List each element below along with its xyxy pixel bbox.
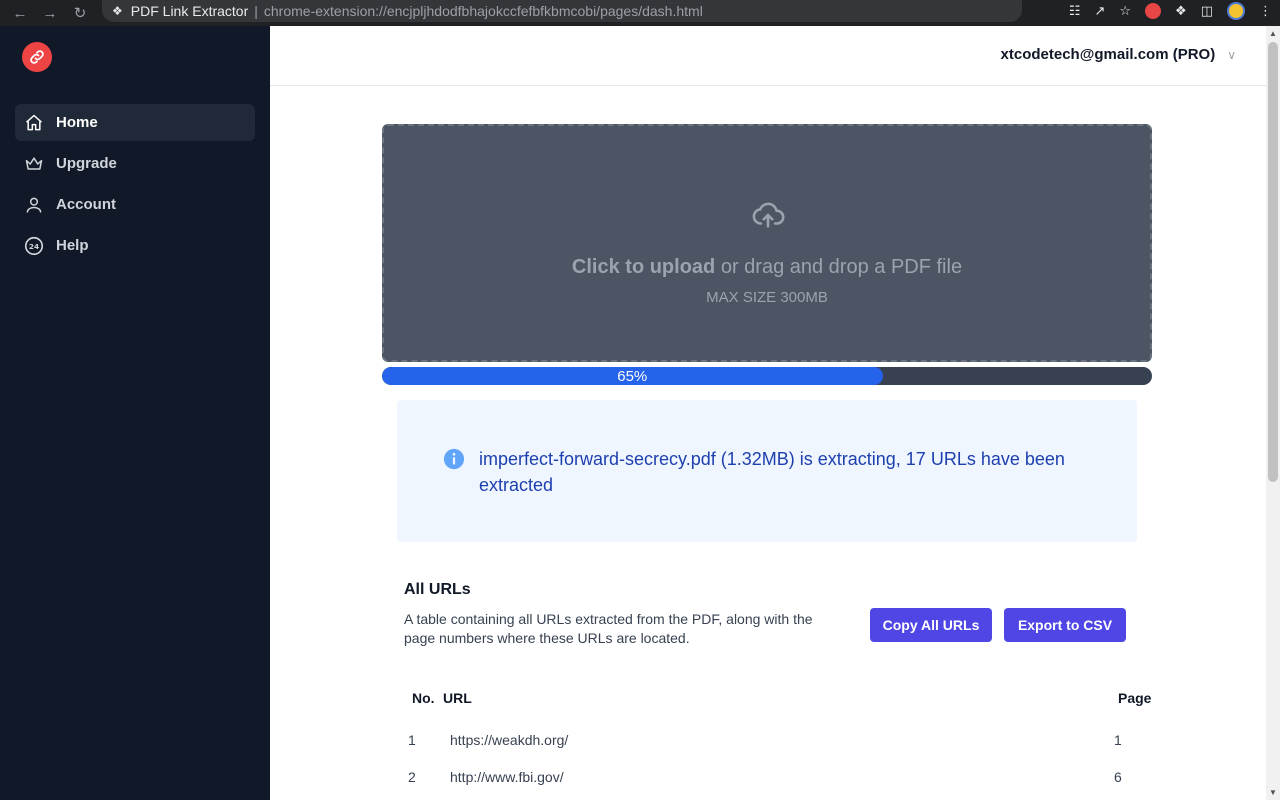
info-icon (443, 448, 465, 475)
pdf-upload-dropzone[interactable]: Click to upload or drag and drop a PDF f… (382, 124, 1152, 362)
progress-fill: 65% (382, 367, 883, 385)
scroll-down-icon[interactable]: ▼ (1269, 788, 1277, 797)
table-row: 1 https://weakdh.org/ 1 (404, 732, 1154, 752)
export-csv-button[interactable]: Export to CSV (1004, 608, 1126, 642)
status-message: imperfect-forward-secrecy.pdf (1.32MB) i… (479, 449, 1065, 495)
column-header-url: URL (443, 690, 472, 706)
row-number: 1 (408, 732, 416, 748)
table-row: 2 http://www.fbi.gov/ 6 (404, 769, 1154, 789)
row-page: 1 (1114, 732, 1122, 748)
row-url[interactable]: http://www.fbi.gov/ (450, 769, 564, 785)
copy-all-urls-button[interactable]: Copy All URLs (870, 608, 992, 642)
extraction-progress-bar: 65% (382, 367, 1152, 385)
user-icon (23, 194, 45, 216)
row-page: 6 (1114, 769, 1122, 785)
forward-icon[interactable]: → (42, 5, 58, 22)
user-email: xtcodetech@gmail.com (PRO) (1000, 46, 1216, 63)
reload-icon[interactable]: ↻ (72, 4, 88, 22)
chrome-menu-icon[interactable]: ⋮ (1259, 3, 1272, 19)
progress-label: 65% (617, 367, 648, 385)
extensions-puzzle-icon[interactable]: ❖ (1175, 3, 1187, 19)
crown-icon (23, 153, 45, 175)
max-size-text: MAX SIZE 300MB (706, 289, 828, 306)
home-icon (23, 112, 45, 134)
scrollbar-thumb[interactable] (1268, 42, 1278, 482)
page-scrollbar[interactable]: ▲ ▼ (1266, 26, 1280, 800)
sidebar-item-label: Help (56, 237, 89, 254)
click-to-upload-text[interactable]: Click to upload (572, 256, 715, 278)
browser-nav: ← → ↻ (0, 4, 88, 23)
column-header-page: Page (1118, 690, 1152, 706)
sidebar-item-label: Upgrade (56, 155, 117, 172)
row-url[interactable]: https://weakdh.org/ (450, 732, 568, 748)
extraction-status-alert: imperfect-forward-secrecy.pdf (1.32MB) i… (397, 400, 1137, 542)
back-icon[interactable]: ← (12, 5, 28, 22)
address-extension-name: PDF Link Extractor (130, 3, 249, 19)
sidebar-item-label: Home (56, 114, 98, 131)
sidebar-item-label: Account (56, 196, 116, 213)
pdf-link-extension-icon[interactable] (1145, 3, 1162, 19)
translate-icon[interactable]: ☷ (1069, 3, 1081, 19)
column-header-no: No. (412, 690, 435, 706)
urls-section-description: A table containing all URLs extracted fr… (404, 611, 813, 646)
extension-puzzle-icon: ❖ (112, 4, 123, 18)
sidebar-item-account[interactable]: Account (15, 186, 255, 223)
address-bar[interactable]: ❖ PDF Link Extractor | chrome-extension:… (102, 0, 1022, 22)
address-separator: | (254, 3, 258, 19)
urls-section-title: All URLs (404, 581, 471, 598)
top-header: xtcodetech@gmail.com (PRO) ∨ (270, 26, 1266, 86)
sidebar-item-home[interactable]: Home (15, 104, 255, 141)
scroll-up-icon[interactable]: ▲ (1269, 29, 1277, 38)
browser-toolbar-right: ☷ ↗ ☆ ❖ ◫ ⋮ (1069, 0, 1272, 22)
address-url: chrome-extension://encjpljhdodfbhajokccf… (263, 3, 703, 19)
bookmark-star-icon[interactable]: ☆ (1119, 3, 1131, 19)
upload-instructions: Click to upload or drag and drop a PDF f… (384, 256, 1150, 279)
sidebar-item-help[interactable]: 24 Help (15, 227, 255, 264)
profile-avatar-icon[interactable] (1227, 2, 1245, 20)
browser-toolbar: ← → ↻ ❖ PDF Link Extractor | chrome-exte… (0, 0, 1280, 26)
drag-drop-text: or drag and drop a PDF file (715, 256, 963, 278)
user-menu[interactable]: xtcodetech@gmail.com (PRO) ∨ (1001, 46, 1236, 63)
side-panel-icon[interactable]: ◫ (1201, 3, 1213, 19)
sidebar-item-upgrade[interactable]: Upgrade (15, 145, 255, 182)
support-24-icon: 24 (23, 235, 45, 257)
sidebar: Home Upgrade Account 24 Help (0, 26, 270, 800)
cloud-upload-icon (749, 198, 787, 237)
row-number: 2 (408, 769, 416, 785)
chevron-down-icon: ∨ (1227, 47, 1236, 62)
sidebar-nav: Home Upgrade Account 24 Help (15, 104, 255, 268)
svg-text:24: 24 (29, 242, 39, 251)
share-icon[interactable]: ↗ (1094, 3, 1105, 19)
link-icon[interactable] (22, 42, 52, 72)
